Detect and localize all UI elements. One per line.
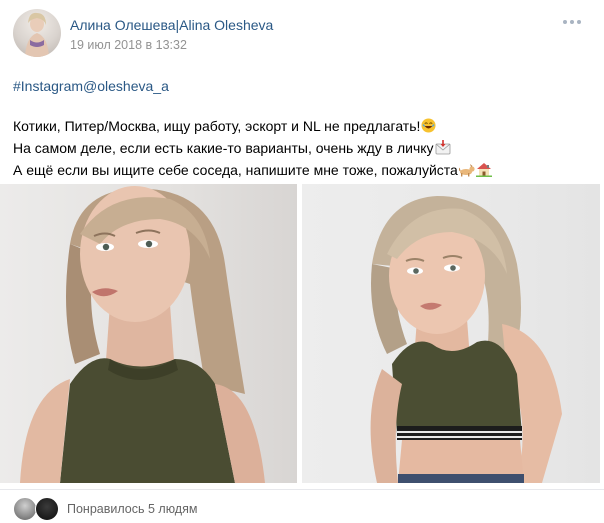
- dot-icon: [563, 20, 567, 24]
- author-name-link[interactable]: Алина Олешева|Alina Olesheva: [70, 17, 273, 33]
- dog-icon: [458, 162, 475, 182]
- portrait-illustration: [370, 196, 562, 483]
- post-line-text: Котики, Питер/Москва, ищу работу, эскорт…: [13, 118, 421, 134]
- author-avatar[interactable]: [13, 9, 61, 57]
- post-text: #Instagram@olesheva_a Котики, Питер/Моск…: [13, 76, 593, 182]
- incoming-envelope-icon: [435, 140, 451, 160]
- liker-avatar[interactable]: [35, 497, 59, 521]
- wall-post: Алина Олешева|Alina Olesheva 19 июл 2018…: [0, 0, 604, 523]
- post-line-3: А ещё если вы ищите себе соседа, напишит…: [13, 160, 593, 182]
- post-line-1: Котики, Питер/Москва, ищу работу, эскорт…: [13, 116, 593, 138]
- dot-icon: [577, 20, 581, 24]
- post-date[interactable]: 19 июл 2018 в 13:32: [70, 38, 187, 52]
- post-line-text: А ещё если вы ищите себе соседа, напишит…: [13, 162, 458, 178]
- house-icon: [475, 162, 492, 182]
- portrait-illustration: [20, 186, 265, 483]
- post-line-2: На самом деле, если есть какие-то вариан…: [13, 138, 593, 160]
- likes-count-link[interactable]: Понравилось 5 людям: [67, 502, 197, 516]
- laughing-face-emoji-icon: [421, 118, 436, 138]
- more-options-icon[interactable]: [562, 14, 582, 30]
- avatar-image: [25, 12, 49, 57]
- post-photo-2[interactable]: [302, 184, 600, 483]
- dot-icon: [570, 20, 574, 24]
- post-photo-1[interactable]: [0, 184, 297, 483]
- hashtag-link[interactable]: #Instagram@olesheva_a: [13, 76, 593, 96]
- post-divider: [0, 489, 604, 490]
- post-line-text: На самом деле, если есть какие-то вариан…: [13, 140, 434, 156]
- liker-avatar[interactable]: [13, 497, 37, 521]
